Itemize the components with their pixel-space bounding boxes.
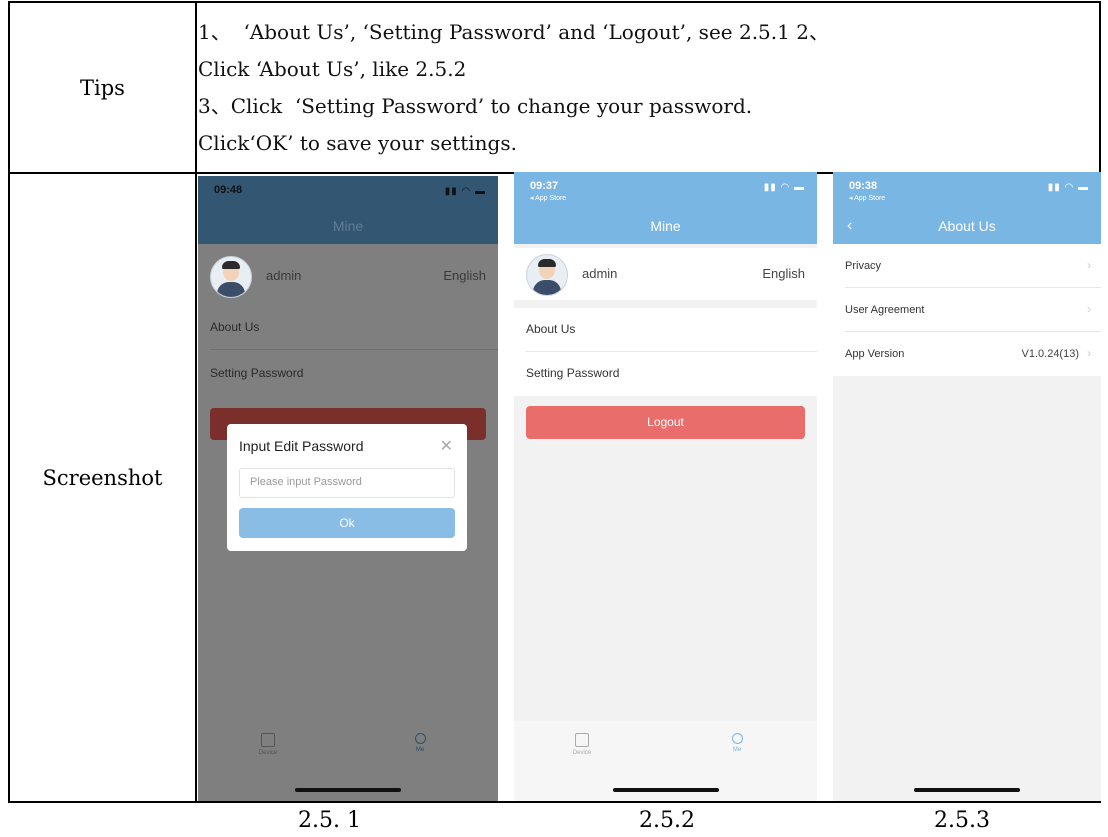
tips-line: 3、Click ‘Setting Password’ to change you…: [198, 94, 753, 118]
close-icon[interactable]: ✕: [440, 436, 453, 456]
avatar-icon: [526, 254, 568, 296]
menu-item-setting-password[interactable]: Setting Password: [198, 352, 498, 396]
username: admin: [266, 268, 302, 283]
back-chevron-icon[interactable]: ‹: [847, 208, 852, 244]
avatar-icon: [210, 256, 252, 298]
home-indicator: [612, 788, 719, 792]
caption-2-5-2: 2.5.2: [639, 808, 695, 833]
menu-item-label: About Us: [210, 320, 260, 334]
tab-label: Device: [572, 750, 592, 756]
tips-text: 1、 ‘About Us’, ‘Setting Password’ and ‘L…: [198, 14, 1083, 162]
home-indicator: [295, 788, 401, 792]
app-version-value: V1.0.24(13): [1021, 348, 1079, 360]
row-user-agreement[interactable]: User Agreement ›: [833, 288, 1101, 332]
device-tab-icon: [575, 733, 589, 747]
screenshot-2-5-1: 09:48 ▮▮ ◠ ▬ Mine admin English About Us…: [198, 176, 498, 801]
signal-wifi-battery-icon: ▮▮ ◠ ▬: [1047, 182, 1089, 193]
row-label: App Version: [845, 348, 905, 360]
screenshot-2-5-2: 09:37 ◂ App Store ▮▮ ◠ ▬ Mine admin Engl…: [514, 172, 817, 801]
status-time: 09:48: [214, 184, 243, 196]
edit-password-dialog: Input Edit Password ✕ Please input Passw…: [227, 424, 467, 551]
menu-item-about-us[interactable]: About Us: [198, 306, 498, 350]
tips-line: Click ‘About Us’, like 2.5.2: [198, 57, 467, 81]
tab-label: Me: [732, 747, 742, 753]
caption-2-5-3: 2.5.3: [934, 808, 990, 833]
chevron-right-icon: ›: [1087, 258, 1091, 272]
profile-row[interactable]: admin English: [198, 250, 498, 302]
menu-item-label: Setting Password: [526, 366, 620, 380]
nav-title: Mine: [198, 208, 498, 244]
status-bar: 09:37 ◂ App Store ▮▮ ◠ ▬: [514, 172, 817, 212]
row-label: User Agreement: [845, 304, 925, 316]
nav-title: About Us: [938, 218, 996, 234]
status-time: 09:37: [530, 180, 559, 192]
chevron-right-icon: ›: [1087, 302, 1091, 316]
nav-bar: ‹ About Us: [833, 208, 1101, 244]
me-tab-icon: [414, 733, 426, 744]
tab-me[interactable]: Me: [717, 733, 757, 753]
divider: [210, 349, 498, 350]
menu-item-about-us[interactable]: About Us: [514, 308, 817, 352]
signal-wifi-battery-icon: ▮▮ ◠ ▬: [444, 186, 486, 197]
logout-button[interactable]: Logout: [526, 406, 805, 439]
tips-label: Tips: [80, 76, 125, 100]
ok-button[interactable]: Ok: [239, 508, 455, 538]
chevron-right-icon: ›: [1087, 346, 1091, 360]
status-time: 09:38: [849, 180, 878, 192]
row-privacy[interactable]: Privacy ›: [833, 244, 1101, 288]
language-setting[interactable]: English: [443, 268, 486, 283]
tab-device[interactable]: Device: [248, 733, 288, 756]
status-bar: 09:38 ◂ App Store ▮▮ ◠ ▬: [833, 172, 1101, 212]
menu-item-label: Setting Password: [210, 366, 304, 380]
profile-row[interactable]: admin English: [514, 248, 817, 300]
tab-label: Device: [258, 750, 278, 756]
caption-2-5-1: 2.5. 1: [298, 808, 361, 833]
device-tab-icon: [261, 733, 275, 747]
row-app-version[interactable]: App Version V1.0.24(13) ›: [833, 332, 1101, 376]
menu-item-label: About Us: [526, 322, 576, 336]
tab-device[interactable]: Device: [562, 733, 602, 756]
status-back-app: ◂ App Store: [849, 195, 886, 202]
screenshot-2-5-3: 09:38 ◂ App Store ▮▮ ◠ ▬ ‹ About Us Priv…: [833, 172, 1101, 801]
language-setting[interactable]: English: [762, 266, 805, 281]
home-indicator: [914, 788, 1020, 792]
tab-label: Me: [415, 747, 425, 753]
tips-line: Click‘OK’ to save your settings.: [198, 131, 517, 155]
tab-me[interactable]: Me: [400, 733, 440, 753]
table-column-divider: [195, 3, 197, 801]
me-tab-icon: [731, 733, 743, 744]
screenshot-label: Screenshot: [42, 466, 163, 490]
status-back-app: ◂ App Store: [530, 195, 567, 202]
tab-bar: Device Me: [514, 721, 817, 801]
row-label: Privacy: [845, 260, 882, 272]
menu-item-setting-password[interactable]: Setting Password: [514, 352, 817, 396]
nav-title: Mine: [514, 208, 817, 244]
dialog-title: Input Edit Password: [239, 438, 364, 454]
username: admin: [582, 266, 618, 281]
password-input[interactable]: Please input Password: [239, 468, 455, 498]
tab-bar: Device Me: [198, 721, 498, 801]
tips-line: 1、 ‘About Us’, ‘Setting Password’ and ‘L…: [198, 20, 829, 44]
signal-wifi-battery-icon: ▮▮ ◠ ▬: [763, 182, 805, 193]
